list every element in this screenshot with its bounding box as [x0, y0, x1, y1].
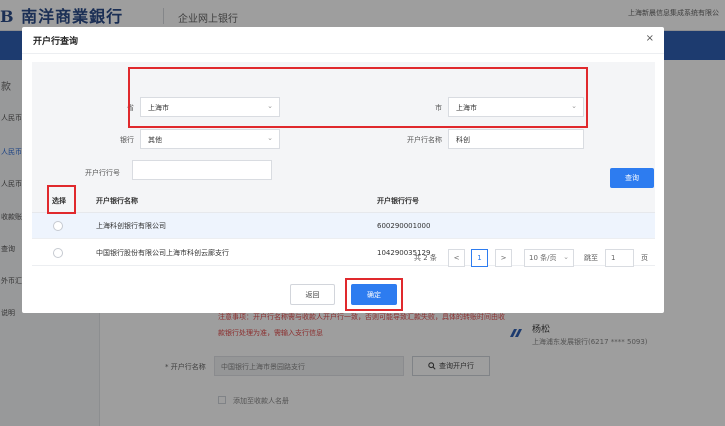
- dialog-title: 开户行查询: [33, 37, 79, 47]
- city-label: 市: [435, 104, 442, 112]
- province-select[interactable]: 上海市 ⌄: [140, 97, 280, 117]
- dialog-header: 开户行查询 ×: [22, 27, 664, 54]
- next-page-button[interactable]: >: [495, 249, 512, 267]
- row-bank-code: 600290001000: [377, 221, 431, 230]
- province-label: 省: [127, 104, 134, 112]
- page-unit-label: 页: [641, 254, 648, 262]
- close-icon[interactable]: ×: [646, 33, 654, 44]
- branch-name-label: 开户行名称: [407, 136, 442, 144]
- row-bank-name: 上海科创银行有限公司: [96, 221, 166, 230]
- table-header: 选择 开户银行名称 开户银行行号: [32, 189, 655, 213]
- query-button[interactable]: 查询: [610, 168, 654, 188]
- row-radio[interactable]: [53, 220, 63, 231]
- chevron-down-icon: ⌄: [563, 253, 569, 261]
- col-bank-code: 开户银行行号: [377, 196, 419, 205]
- city-value: 上海市: [456, 104, 477, 112]
- goto-page-input[interactable]: 1: [605, 249, 634, 267]
- chevron-down-icon: ⌄: [267, 134, 273, 142]
- bank-value: 其他: [148, 136, 162, 144]
- goto-label: 跳至: [584, 254, 598, 262]
- bank-select[interactable]: 其他 ⌄: [140, 129, 280, 149]
- col-bank-name: 开户银行名称: [96, 196, 138, 205]
- branch-code-input[interactable]: [132, 160, 272, 180]
- col-select: 选择: [52, 196, 66, 205]
- branch-code-label: 开户行行号: [85, 169, 120, 177]
- page-size-value: 10 条/页: [529, 254, 557, 262]
- page-size-select[interactable]: 10 条/页 ⌄: [524, 249, 574, 267]
- confirm-button[interactable]: 确定: [351, 284, 397, 305]
- page-1-button[interactable]: 1: [471, 249, 488, 267]
- bank-label: 银行: [120, 136, 134, 144]
- chevron-down-icon: ⌄: [571, 102, 577, 110]
- city-select[interactable]: 上海市 ⌄: [448, 97, 584, 117]
- row-bank-name: 中国银行股份有限公司上海市科创云廊支行: [96, 248, 229, 257]
- prev-page-button[interactable]: <: [448, 249, 465, 267]
- filter-panel: 省 上海市 ⌄ 市 上海市 ⌄ 银行 其他 ⌄ 开户行名称 科创 开户行行号 查…: [32, 62, 655, 189]
- province-value: 上海市: [148, 104, 169, 112]
- bank-query-dialog: 开户行查询 × 省 上海市 ⌄ 市 上海市 ⌄ 银行 其他 ⌄ 开户行名称 科创…: [22, 27, 664, 313]
- chevron-down-icon: ⌄: [267, 102, 273, 110]
- table-row[interactable]: 上海科创银行有限公司 600290001000: [32, 213, 655, 239]
- branch-name-input[interactable]: 科创: [448, 129, 584, 149]
- row-radio[interactable]: [53, 247, 63, 258]
- back-button[interactable]: 返回: [290, 284, 335, 305]
